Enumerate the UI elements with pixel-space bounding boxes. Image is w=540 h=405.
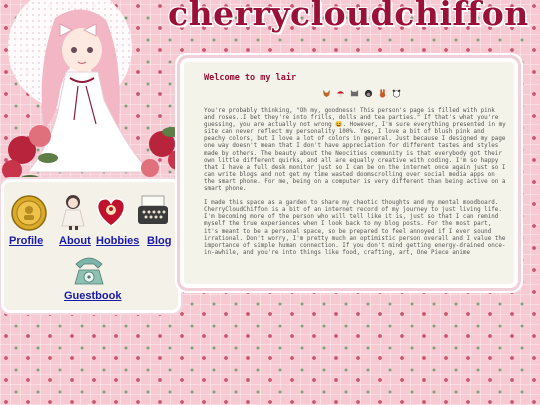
panda-icon [392,89,401,98]
typewriter-icon[interactable] [134,192,172,230]
roses-right [132,127,185,189]
nav-link-guestbook[interactable]: Guestbook [64,290,121,302]
heart-pin-icon[interactable] [92,192,130,230]
nav-link-about[interactable]: About [59,235,91,247]
navigation-panel: Profile About Hobbies Blog Guestbook [4,182,178,310]
gold-coin-icon[interactable] [10,194,48,232]
welcome-body-text: You're probably thinking, "Oh my, goodne… [204,108,508,264]
site-title: cherrycloudchiffon [168,0,529,33]
nav-link-profile[interactable]: Profile [9,235,43,247]
dog-icon [364,89,373,98]
bunny-icon [379,89,386,98]
roses-left [2,125,58,185]
paragraph-garden: I made this space as a garden to share m… [204,200,506,256]
nav-link-hobbies[interactable]: Hobbies [96,235,139,247]
paragraph-intro: You're probably thinking, "Oh my, goodne… [204,108,506,193]
animal-badge-row [322,89,401,98]
cat-icon [350,89,359,97]
nav-link-blog[interactable]: Blog [147,235,171,247]
mushroom-icon [336,91,345,98]
telephone-icon[interactable] [70,250,108,288]
fox-icon [322,89,331,98]
welcome-content-box: Welcome to my lair You're probably think… [184,62,514,284]
content-heading: Welcome to my lair [204,73,297,83]
character-illustration [2,0,185,189]
doll-icon[interactable] [54,192,92,230]
